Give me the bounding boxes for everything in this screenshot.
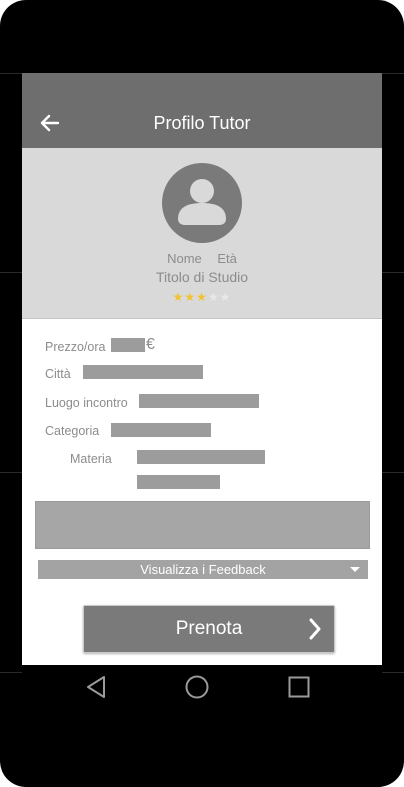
currency-symbol: € [146, 336, 155, 353]
star-icon: ★ [219, 290, 232, 304]
category-value-placeholder [111, 423, 211, 437]
app-bar: Profilo Tutor [22, 73, 382, 148]
bezel-divider [382, 472, 404, 473]
star-icon: ★ [184, 290, 197, 304]
star-icon: ★ [172, 290, 185, 304]
city-value-placeholder [83, 365, 203, 379]
bezel-divider [382, 672, 404, 673]
app-screen: Profilo Tutor Nome Età Titolo di Studio … [22, 73, 382, 665]
nav-back-triangle-icon[interactable] [84, 674, 110, 700]
star-icon: ★ [207, 290, 220, 304]
description-placeholder [35, 501, 370, 549]
phone-frame: Profilo Tutor Nome Età Titolo di Studio … [0, 0, 404, 787]
page-title: Profilo Tutor [153, 113, 251, 133]
nav-recents-square-icon[interactable] [286, 674, 312, 700]
profile-header: Nome Età Titolo di Studio ★★★★★ [22, 148, 382, 319]
bezel-divider [382, 73, 404, 74]
degree-label: Titolo di Studio [155, 269, 249, 285]
android-nav-bar [22, 665, 382, 711]
feedback-dropdown-label: Visualizza i Feedback [140, 562, 266, 577]
bezel-divider [382, 272, 404, 273]
rating-stars: ★★★★★ [22, 290, 382, 304]
book-button-label: Prenota [175, 618, 243, 639]
name-age-row: Nome Età [22, 251, 382, 266]
nav-home-circle-icon[interactable] [184, 674, 210, 700]
category-label: Categoria [45, 424, 100, 438]
subject-value-placeholder [137, 475, 220, 489]
bezel-divider [0, 73, 22, 74]
book-button[interactable]: Prenota [83, 605, 335, 653]
age-label: Età [217, 251, 237, 266]
user-avatar-icon [162, 163, 242, 243]
name-label: Nome [167, 251, 202, 266]
bezel-divider [0, 272, 22, 273]
caret-down-icon [350, 567, 360, 572]
star-icon: ★ [196, 290, 208, 304]
price-value-placeholder [111, 338, 145, 352]
bezel-divider [0, 472, 22, 473]
chevron-right-icon [309, 618, 321, 640]
city-label: Città [45, 367, 71, 381]
subject-label: Materia [70, 452, 112, 466]
subject-value-placeholder [137, 450, 265, 464]
meeting-place-label: Luogo incontro [45, 396, 128, 410]
feedback-dropdown[interactable]: Visualizza i Feedback [38, 560, 368, 579]
bezel-divider [0, 672, 22, 673]
price-label: Prezzo/ora [45, 340, 106, 354]
meeting-place-value-placeholder [139, 394, 259, 408]
